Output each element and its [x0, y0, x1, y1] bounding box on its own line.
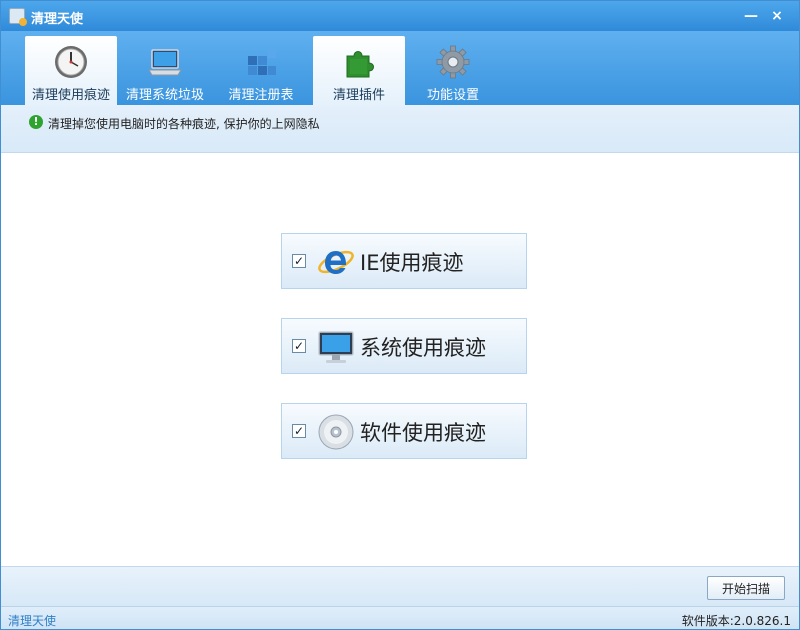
option-checkbox[interactable]: ✓ [292, 424, 306, 438]
tab-label: 清理插件 [332, 88, 385, 103]
tab-clean-plugins[interactable]: 清理插件 [313, 36, 405, 105]
info-message: 清理掉您使用电脑时的各种痕迹, 保护你的上网隐私 [48, 117, 320, 131]
registry-blocks-icon [248, 50, 276, 75]
option-system-traces[interactable]: ✓ 系统使用痕迹 [281, 318, 527, 374]
close-button[interactable]: × [767, 6, 787, 26]
option-checkbox[interactable]: ✓ [292, 254, 306, 268]
tab-label: 功能设置 [426, 88, 479, 103]
tab-clean-usage-traces[interactable]: 清理使用痕迹 [25, 36, 117, 105]
tab-clean-system-junk[interactable]: 清理系统垃圾 [119, 36, 211, 105]
info-bar: ! 清理掉您使用电脑时的各种痕迹, 保护你的上网隐私 [1, 105, 799, 153]
puzzle-icon [346, 51, 374, 78]
window-title: 清理天使 [31, 12, 84, 27]
tab-label: 清理使用痕迹 [31, 88, 110, 103]
option-software-traces[interactable]: ✓ 软件使用痕迹 [281, 403, 527, 459]
info-status-icon: ! [29, 115, 43, 129]
disc-icon [318, 414, 354, 450]
laptop-icon [148, 49, 182, 76]
option-label: 系统使用痕迹 [360, 336, 486, 360]
option-label: 软件使用痕迹 [360, 421, 486, 445]
tab-settings[interactable]: 功能设置 [407, 36, 499, 105]
tab-strip: 清理使用痕迹 清理系统垃圾 清理注册表 清理插件 功能设置 [1, 31, 799, 105]
minimize-button[interactable]: — [741, 6, 761, 26]
ie-icon [318, 250, 354, 274]
option-checkbox[interactable]: ✓ [292, 339, 306, 353]
app-window: 清理天使 — × 清理使用痕迹 清理系统垃圾 清理注册表 清理插件 功能设置 !… [0, 0, 800, 630]
status-bar: 清理天使 软件版本:2.0.826.1 [1, 606, 799, 629]
version-label: 软件版本:2.0.826.1 [681, 614, 791, 628]
start-scan-button[interactable]: 开始扫描 [707, 576, 785, 600]
monitor-icon [318, 331, 354, 363]
tab-label: 清理系统垃圾 [125, 88, 204, 103]
status-app-link[interactable]: 清理天使 [8, 612, 56, 629]
option-label: IE使用痕迹 [360, 251, 464, 275]
gear-icon [436, 45, 470, 79]
main-content: ✓ IE使用痕迹 ✓ 系统使用痕迹 ✓ 软件使用痕迹 [1, 154, 799, 566]
clock-icon [55, 46, 87, 78]
app-logo-icon [9, 8, 27, 26]
action-bar: 开始扫描 [1, 566, 799, 606]
tab-label: 清理注册表 [228, 88, 294, 103]
option-ie-traces[interactable]: ✓ IE使用痕迹 [281, 233, 527, 289]
tab-clean-registry[interactable]: 清理注册表 [215, 36, 307, 105]
title-bar[interactable]: 清理天使 — × [1, 1, 799, 31]
